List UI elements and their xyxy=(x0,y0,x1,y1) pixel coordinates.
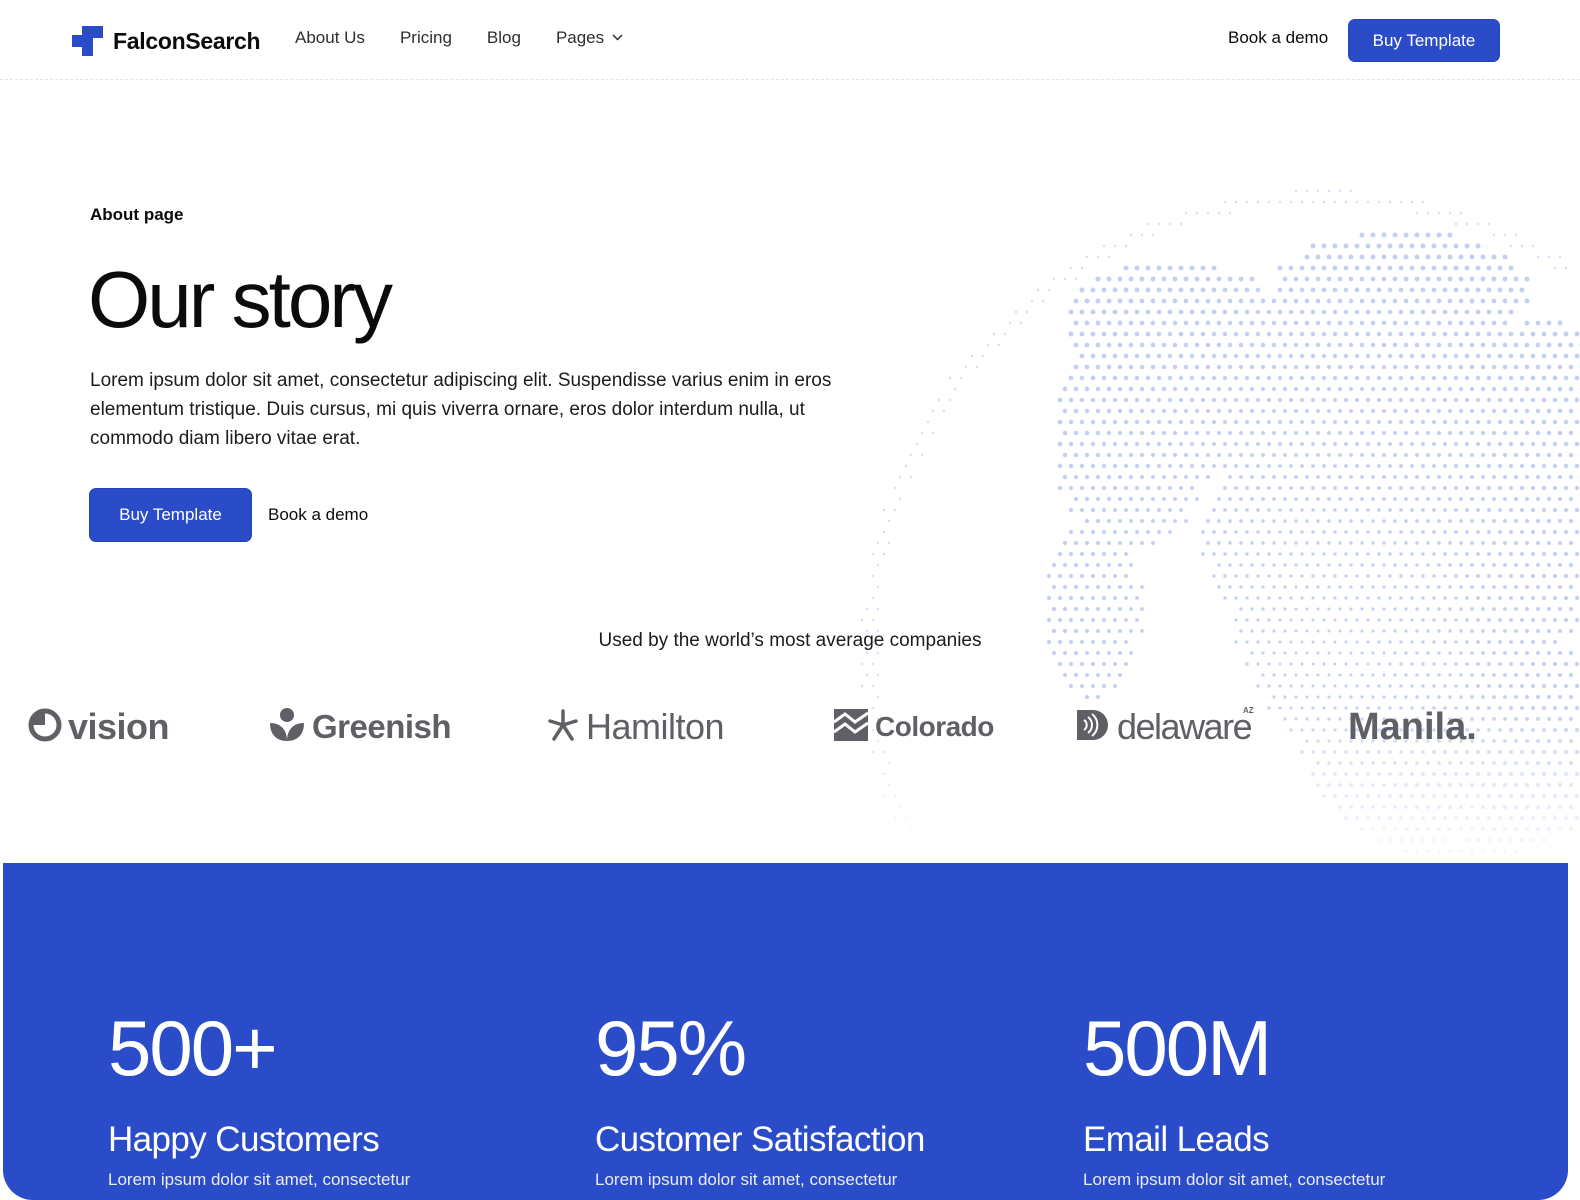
hero-buy-template-button[interactable]: Buy Template xyxy=(89,488,252,542)
nav-link-label: Pricing xyxy=(399,28,452,47)
stat-description: Lorem ipsum dolor sit amet, consectetur xyxy=(595,1170,898,1189)
company-logo-name: Colorado xyxy=(875,711,994,742)
asterisk-icon xyxy=(546,708,580,747)
hero-book-demo-link[interactable]: Book a demo xyxy=(268,505,368,525)
company-logo-name: vision xyxy=(68,706,170,747)
sound-wave-icon xyxy=(1075,708,1111,747)
top-navigation: FalconSearch About Us Pricing Blog Pages… xyxy=(0,0,1580,80)
vision-icon xyxy=(28,708,62,747)
company-logo-manila: Manila. xyxy=(1348,700,1477,754)
mountain-icon xyxy=(833,708,869,747)
logos-caption: Used by the world’s most average compani… xyxy=(598,630,982,651)
nav-links: About Us Pricing Blog Pages xyxy=(295,28,623,48)
company-logo-greenish: Greenish xyxy=(268,700,452,754)
stat-label: Customer Satisfaction xyxy=(595,1120,925,1159)
nav-link-pages-dropdown[interactable]: Pages xyxy=(556,28,623,48)
leaf-icon xyxy=(268,707,306,748)
company-logo-delaware: delaware AZ xyxy=(1075,700,1254,754)
stat-value: 500M xyxy=(1083,1004,1272,1092)
company-logo-superscript: AZ xyxy=(1243,706,1254,715)
company-logo-hamilton: Hamilton xyxy=(546,700,725,754)
nav-link-about-us[interactable]: About Us xyxy=(295,28,365,48)
company-logo-name: Hamilton xyxy=(586,706,725,747)
stats-section: 500+ Happy Customers Lorem ipsum dolor s… xyxy=(3,863,1568,1200)
falcon-logo-icon xyxy=(72,26,103,56)
brand-name: FalconSearch xyxy=(113,27,261,54)
hero-description: Lorem ipsum dolor sit amet, consectetur … xyxy=(90,370,832,449)
nav-link-pricing[interactable]: Pricing xyxy=(400,28,452,48)
stat-description: Lorem ipsum dolor sit amet, consectetur xyxy=(108,1170,411,1189)
company-logo-name: Greenish xyxy=(312,708,452,745)
stat-description: Lorem ipsum dolor sit amet, consectetur xyxy=(1083,1170,1386,1189)
company-logo-vision: vision xyxy=(28,700,170,754)
nav-link-label: Pages xyxy=(555,28,605,47)
dotted-globe-illustration xyxy=(860,189,1580,864)
page-eyebrow: About page xyxy=(90,205,184,224)
company-logo-colorado: Colorado xyxy=(833,700,994,754)
brand-logo-link[interactable]: FalconSearch xyxy=(72,25,261,57)
stat-label: Email Leads xyxy=(1083,1120,1270,1159)
company-logo-name: delaware xyxy=(1117,706,1253,747)
nav-link-label: About Us xyxy=(295,28,365,47)
buy-template-button[interactable]: Buy Template xyxy=(1348,19,1500,62)
stat-label: Happy Customers xyxy=(108,1120,380,1159)
chevron-down-icon xyxy=(612,30,623,44)
book-demo-link[interactable]: Book a demo xyxy=(1228,28,1328,48)
stat-value: 95% xyxy=(595,1004,747,1092)
company-logo-name: Manila. xyxy=(1348,705,1477,748)
stat-value: 500+ xyxy=(108,1004,278,1092)
nav-link-label: Blog xyxy=(486,28,521,47)
nav-link-blog[interactable]: Blog xyxy=(487,28,521,48)
page-title: Our story xyxy=(88,255,393,344)
